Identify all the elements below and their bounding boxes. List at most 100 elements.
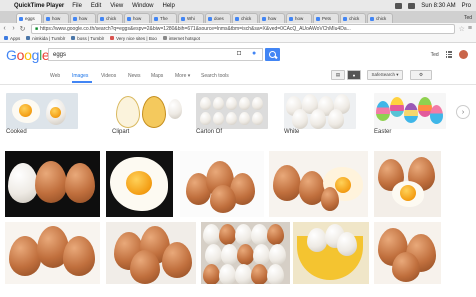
image-result[interactable] [106, 151, 173, 217]
menu-view[interactable]: View [110, 3, 123, 9]
image-result[interactable] [106, 222, 196, 284]
image-result[interactable] [5, 151, 100, 217]
suggestion-label-white[interactable]: White [284, 129, 299, 135]
image-result[interactable] [5, 222, 100, 284]
menu-window[interactable]: Window [132, 3, 153, 9]
browser-tab[interactable]: how [43, 13, 69, 23]
suggestion-easter-image[interactable] [374, 93, 446, 129]
browser-tab[interactable]: Pets [313, 13, 339, 23]
image-result[interactable] [180, 151, 264, 217]
suggestion-label-easter[interactable]: Easter [374, 129, 391, 135]
browser-tab[interactable]: does [205, 13, 231, 23]
bookmark-item[interactable]: internet hotspot [162, 36, 200, 41]
image-result[interactable] [374, 222, 441, 284]
browser-tab-strip: eggs how how chick how The Whi does chic… [0, 11, 476, 23]
safesearch-dropdown[interactable]: SafeSearch ▾ [367, 70, 403, 80]
browser-tab[interactable]: how [124, 13, 150, 23]
avatar[interactable] [459, 50, 468, 59]
address-row: ‹ › ↻ ■ https://www.google.co.th/search?… [0, 23, 476, 34]
page-favicon-icon [127, 16, 131, 21]
browser-tab[interactable]: The [151, 13, 177, 23]
wifi-icon[interactable] [408, 2, 416, 9]
suggestion-clipart-image[interactable] [112, 93, 184, 129]
page-favicon-icon [289, 16, 293, 21]
tumblr-icon [71, 36, 76, 40]
camera-icon[interactable]: ◘ [237, 50, 241, 57]
image-result[interactable] [293, 222, 369, 284]
chevron-right-icon[interactable]: › [456, 105, 470, 119]
battery-icon[interactable] [395, 2, 403, 9]
person-icon: ● [352, 72, 356, 78]
browser-profile-name[interactable]: Ted [464, 15, 472, 21]
bookmark-item[interactable]: boss | Tumblr [71, 36, 104, 41]
reload-icon[interactable]: ↻ [18, 25, 27, 33]
suggestion-label-clipart[interactable]: Clipart [112, 129, 129, 135]
tab-images[interactable]: Images [72, 73, 88, 79]
menu-help[interactable]: Help [163, 3, 175, 9]
account-name[interactable]: Ted [431, 52, 439, 58]
suggestion-label-carton[interactable]: Carton Of [196, 129, 222, 135]
browser-tab[interactable]: chick [367, 13, 393, 23]
browser-tab[interactable]: how [259, 13, 285, 23]
browser-tab[interactable]: chick [340, 13, 366, 23]
search-input[interactable]: eggs ◘ ● [48, 48, 263, 61]
suggestion-cooked-image[interactable] [6, 93, 78, 129]
active-tab-underline [72, 81, 92, 83]
bookmarks-bar: Apps nimkida | Tumblr boss | Tumblr Very… [0, 34, 476, 43]
heart-icon [110, 36, 115, 40]
apps-grid-icon[interactable] [445, 51, 452, 58]
page-favicon-icon [154, 16, 158, 21]
image-result[interactable] [269, 151, 368, 217]
mic-icon[interactable]: ● [252, 50, 256, 57]
related-searches-strip: Cooked Clipart Carton Of White Easter › [0, 89, 476, 143]
bookmark-apps[interactable]: Apps [4, 36, 20, 41]
browser-tab[interactable]: how [286, 13, 312, 23]
tab-videos[interactable]: Videos [101, 73, 116, 79]
browser-menu-icon[interactable]: ≡ [468, 25, 472, 32]
page-favicon-icon [46, 16, 50, 21]
view-toggle-button-active[interactable]: ● [347, 70, 361, 80]
search-query: eggs [53, 51, 67, 58]
page-favicon-icon [208, 16, 212, 21]
menu-bar-tray: Sun 8:30 AM Pro [395, 2, 476, 9]
bookmark-star-icon[interactable]: ☆ [459, 25, 465, 33]
settings-button[interactable]: ⚙ [410, 70, 432, 80]
url-text: https://www.google.co.th/search?q=eggs&e… [40, 25, 351, 32]
search-tools-button[interactable]: Search tools [201, 73, 229, 79]
back-arrow-icon[interactable]: ‹ [0, 25, 9, 32]
search-button[interactable] [265, 48, 280, 61]
google-header: Google eggs ◘ ● Ted [0, 43, 476, 67]
menu-edit[interactable]: Edit [91, 3, 101, 9]
app-name[interactable]: QuickTime Player [14, 3, 64, 9]
page-favicon-icon [100, 16, 104, 21]
bookmark-item[interactable]: Very nice sites | Boo [110, 36, 157, 41]
menu-clock[interactable]: Sun 8:30 AM [421, 3, 455, 9]
url-bar[interactable]: ■ https://www.google.co.th/search?q=eggs… [31, 23, 455, 34]
forward-arrow-icon[interactable]: › [9, 25, 18, 32]
bookmark-item[interactable]: nimkida | Tumblr [26, 36, 65, 41]
browser-tab[interactable]: Whi [178, 13, 204, 23]
browser-tab[interactable]: chick [232, 13, 258, 23]
tab-web[interactable]: Web [50, 73, 60, 79]
suggestion-label-cooked[interactable]: Cooked [6, 129, 27, 135]
menu-user[interactable]: Pro [462, 3, 471, 9]
browser-tab[interactable]: eggs [16, 13, 42, 23]
google-logo[interactable]: Google [6, 47, 50, 63]
image-result[interactable] [201, 222, 290, 284]
header-right: Ted [431, 50, 468, 59]
apps-grid-icon [4, 36, 8, 40]
tab-news[interactable]: News [128, 73, 141, 79]
image-result[interactable] [374, 151, 441, 217]
page-favicon-icon [235, 16, 239, 21]
view-toggle-button[interactable]: ▤ [331, 70, 345, 80]
settings-gear-icon: ⚙ [418, 72, 424, 77]
suggestion-carton-image[interactable] [196, 93, 268, 129]
browser-tab[interactable]: chick [97, 13, 123, 23]
suggestion-white-image[interactable] [284, 93, 356, 129]
page-favicon-icon [316, 16, 320, 21]
browser-tab[interactable]: how [70, 13, 96, 23]
tab-maps[interactable]: Maps [151, 73, 163, 79]
tab-more[interactable]: More ▾ [175, 73, 190, 79]
page-favicon-icon [262, 16, 266, 21]
menu-file[interactable]: File [72, 3, 82, 9]
